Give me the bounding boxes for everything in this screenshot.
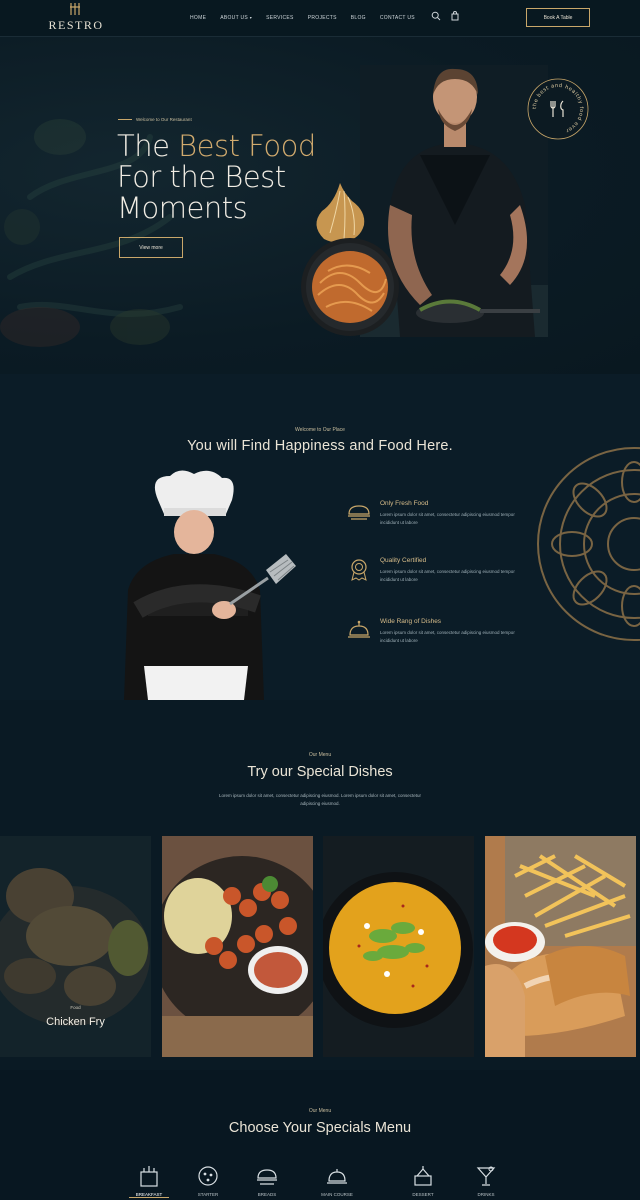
dishes-title: Try our Special Dishes: [247, 764, 393, 780]
specials-menu-section: Our Menu Choose Your Specials Menu BREAK…: [0, 1070, 640, 1200]
nav-blog[interactable]: BLOG: [351, 12, 366, 24]
dish-card-kebab[interactable]: [162, 836, 313, 1057]
feature-quality-certified: Quality Certified Lorem ipsum dolor sit …: [346, 557, 536, 597]
mandala-decoration: [537, 447, 640, 641]
chevron-down-icon: ▾: [249, 15, 253, 20]
cake-icon: [414, 1166, 432, 1186]
feature-title: Wide Rang of Dishes: [380, 618, 442, 625]
feature-desc: Lorem ipsum dolor sit amet, consectetur …: [380, 569, 515, 582]
specials-title: Choose Your Specials Menu: [228, 1120, 412, 1136]
hero-kicker: Welcome to Our Restaurant: [118, 117, 192, 122]
feature-desc: Lorem ipsum dolor sit amet, consectetur …: [380, 512, 515, 525]
bread-icon: [348, 505, 370, 520]
nav-projects[interactable]: PROJECTS: [308, 12, 337, 24]
nav-about-label: ABOUT US: [220, 15, 249, 21]
dishes-kicker: Our Menu: [308, 752, 332, 758]
nav-contact-us[interactable]: CONTACT US: [380, 12, 415, 24]
about-section: Welcome to Our Place You will Find Happi…: [0, 374, 640, 700]
dish-name-label: Chicken Fry: [46, 1016, 105, 1028]
feature-title: Quality Certified: [380, 557, 427, 564]
top-navbar: RESTRO HOME ABOUT US ▾ SERVICES PROJECTS…: [0, 0, 640, 37]
pizza-icon: [198, 1166, 218, 1186]
category-label: DRINKS: [477, 1192, 495, 1197]
category-tab-dessert[interactable]: DESSERT: [403, 1164, 443, 1198]
category-tab-breakfast[interactable]: BREAKFAST: [129, 1164, 169, 1198]
dish-card-burger-fries[interactable]: [485, 836, 636, 1057]
medal-icon: [351, 559, 367, 581]
pasta-plate-image: [301, 183, 399, 336]
category-tab-drinks[interactable]: DRINKS: [466, 1164, 506, 1198]
category-label: STARTER: [197, 1192, 219, 1197]
hero-kicker-text: Welcome to Our Restaurant: [136, 117, 192, 122]
feature-desc: Lorem ipsum dolor sit amet, consectetur …: [380, 630, 515, 643]
specials-kicker: Our Menu: [308, 1108, 332, 1114]
bread-basket-icon: [257, 1169, 277, 1185]
hero-title-part-1: The: [117, 129, 179, 163]
hero-title-line-3: Moments: [117, 191, 248, 225]
category-tab-main-course[interactable]: MAIN COURSE: [317, 1164, 357, 1198]
cart-icon[interactable]: [450, 11, 460, 21]
feature-fresh-food: Only Fresh Food Lorem ipsum dolor sit am…: [346, 500, 536, 540]
nav-home[interactable]: HOME: [190, 12, 206, 24]
special-dishes-section: Our Menu Try our Special Dishes Lorem ip…: [0, 700, 640, 1070]
cloche-icon: [327, 1169, 347, 1184]
logo[interactable]: RESTRO: [48, 2, 104, 34]
dishes-description: Lorem ipsum dolor sit amet, consectetur …: [218, 793, 422, 806]
breakfast-icon: [140, 1166, 158, 1187]
view-more-button[interactable]: View more: [119, 237, 183, 258]
kicker-line: [118, 119, 132, 120]
hero-title-highlight: Best Food: [178, 129, 316, 163]
search-icon[interactable]: [431, 11, 441, 21]
category-tab-breads[interactable]: BREADS: [247, 1164, 287, 1198]
category-label: BREAKFAST: [129, 1192, 169, 1198]
category-label: DESSERT: [412, 1192, 434, 1197]
hero-title-line-2: For the Best: [117, 160, 286, 194]
book-table-button[interactable]: Book A Table: [526, 8, 590, 27]
dish-category-label: Food: [70, 1005, 81, 1010]
nav-services[interactable]: SERVICES: [266, 12, 294, 24]
category-tab-starter[interactable]: STARTER: [188, 1164, 228, 1198]
logo-fork-icon: [70, 3, 80, 15]
logo-text: RESTRO: [48, 18, 104, 32]
dish-card-chicken-fry[interactable]: Food Chicken Fry: [0, 836, 151, 1057]
feature-wide-range: Wide Rang of Dishes Lorem ipsum dolor si…: [346, 618, 536, 658]
dish-card-soup[interactable]: [323, 836, 474, 1057]
nav-about-us[interactable]: ABOUT US ▾: [220, 12, 252, 24]
category-label: MAIN COURSE: [321, 1192, 353, 1197]
best-food-stamp-badge: the best and healthy food ever: [527, 78, 589, 140]
chef-with-spatula-image: [124, 470, 296, 700]
kebab-platter-image: [162, 836, 313, 1057]
sandwich-and-fries-image: [485, 836, 636, 1057]
soup-bowl-image: [323, 836, 474, 1057]
feature-title: Only Fresh Food: [380, 500, 429, 507]
hero-section: Welcome to Our Restaurant The Best Food …: [0, 37, 640, 374]
category-label: BREADS: [257, 1192, 277, 1197]
main-menu: HOME ABOUT US ▾ SERVICES PROJECTS BLOG C…: [190, 12, 429, 24]
dish-cloche-icon: [348, 620, 370, 638]
cocktail-icon: [476, 1166, 496, 1186]
